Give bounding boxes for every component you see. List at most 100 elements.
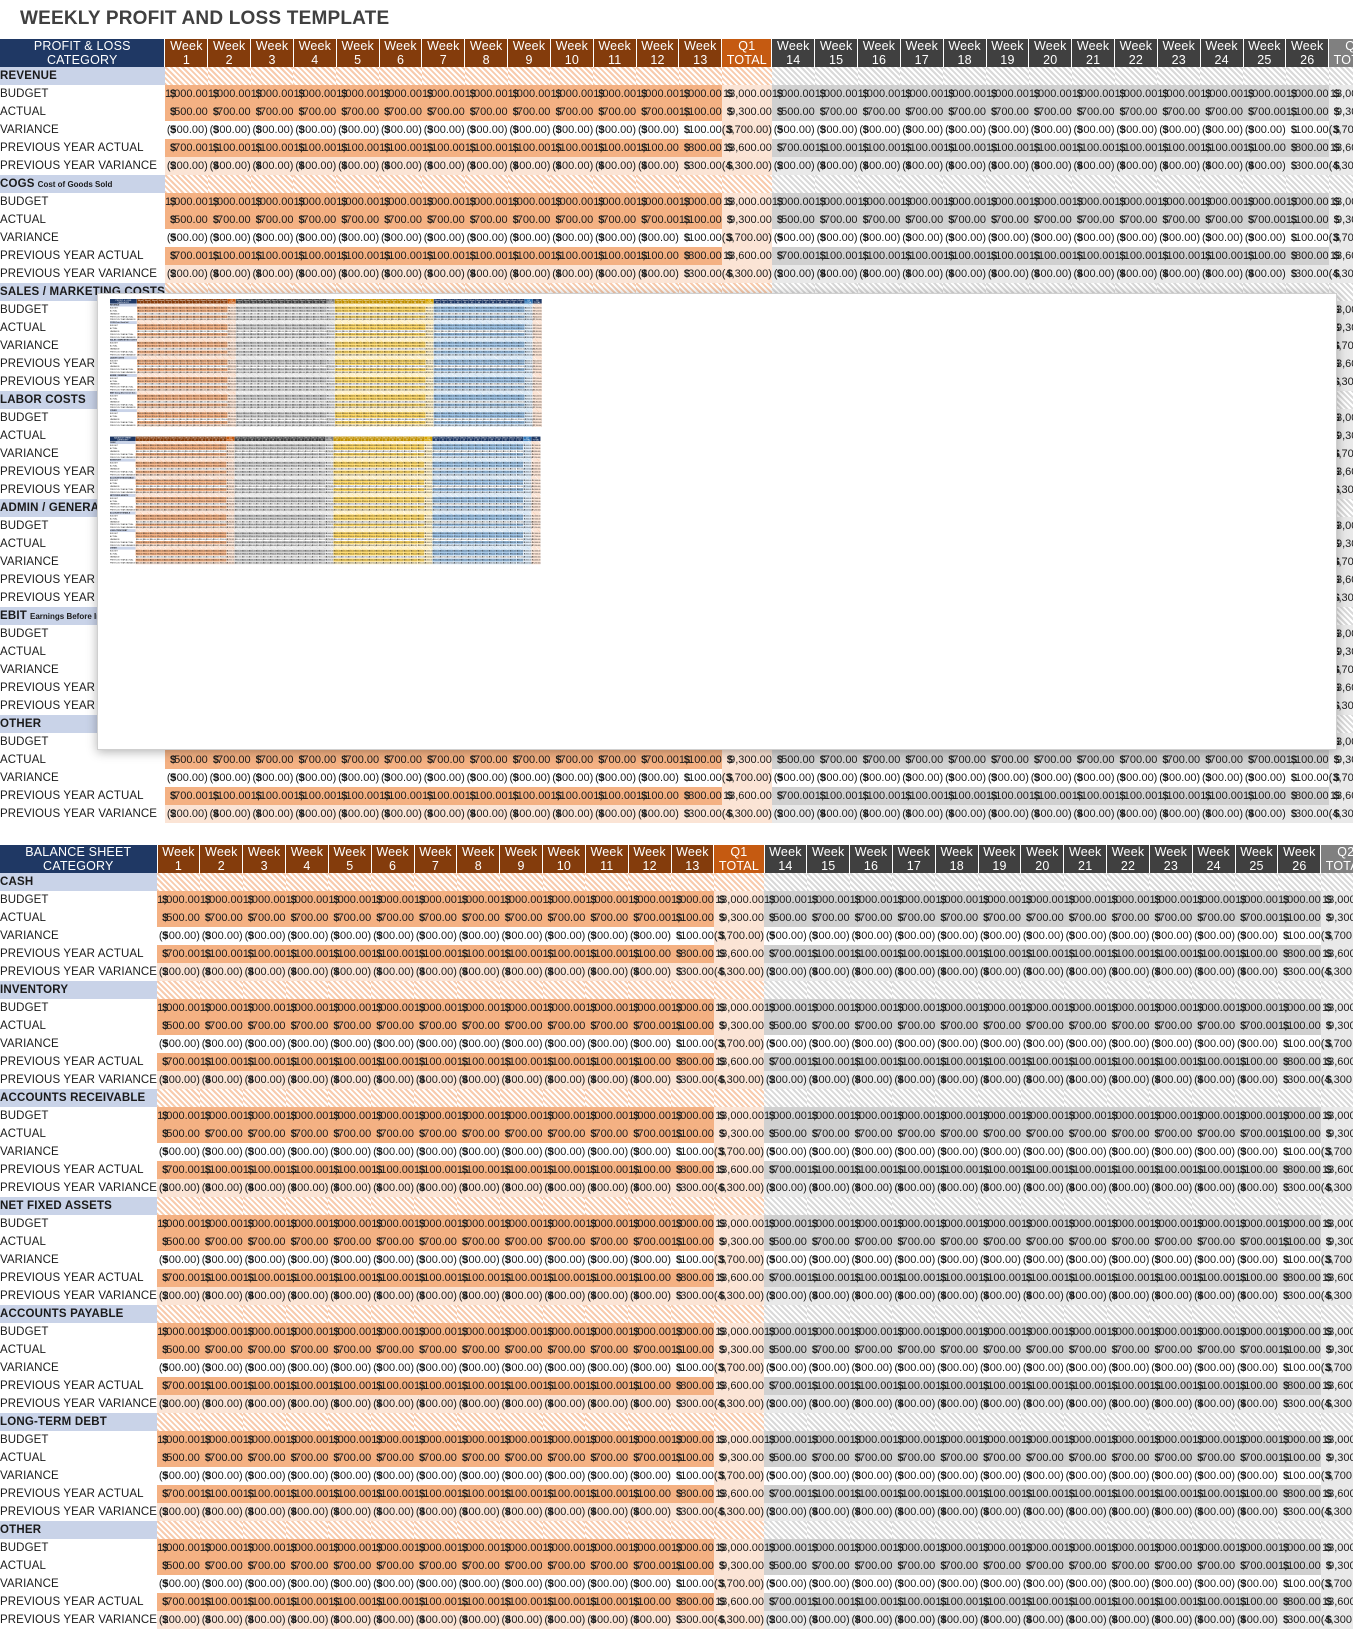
cell-q1-week-4[interactable]: $(400.00) — [286, 1287, 329, 1305]
table-row[interactable]: PREVIOUS YEAR ACTUAL$700.00$1,100.00$1,1… — [0, 1485, 1353, 1503]
cell-q1-total[interactable]: $(4,300.00) — [714, 1611, 764, 1629]
cell-q1-week-2[interactable]: $(300.00) — [208, 769, 251, 787]
cell-q1-week-12[interactable]: $1,100.00 — [628, 1593, 671, 1611]
table-row[interactable]: PREVIOUS YEAR VARIANCE$(200.00)$(400.00)… — [0, 1287, 1353, 1305]
cell-q2-week-11[interactable]: $700.00 — [1192, 1557, 1235, 1575]
cell-q1-week-11[interactable]: $(300.00) — [593, 229, 636, 247]
cell-q2-week-7[interactable]: $700.00 — [1021, 1233, 1064, 1251]
cell-q1-week-3[interactable]: $1,100.00 — [243, 1377, 286, 1395]
cell-q1-week-13[interactable]: $100.00 — [671, 1251, 714, 1269]
cell-q1-total[interactable]: $(4,300.00) — [722, 157, 772, 175]
cell-q2-week-5[interactable]: $1,000.00 — [935, 1215, 978, 1233]
cell-q1-week-4[interactable]: $(300.00) — [293, 121, 336, 139]
cell-q2-week-7[interactable]: $(300.00) — [1021, 1359, 1064, 1377]
cell-q2-week-5[interactable]: $700.00 — [935, 909, 978, 927]
cell-q2-week-8[interactable]: $1,000.00 — [1064, 1323, 1107, 1341]
cell-q2-week-8[interactable]: $(400.00) — [1064, 1071, 1107, 1089]
cell-q1-week-2[interactable]: $(300.00) — [200, 1359, 243, 1377]
cell-q1-week-6[interactable]: $(300.00) — [371, 1467, 414, 1485]
cell-q2-week-12[interactable]: $700.00 — [1235, 1125, 1278, 1143]
cell-q1-week-8[interactable]: $(300.00) — [457, 927, 500, 945]
cell-q1-week-12[interactable]: $1,100.00 — [628, 945, 671, 963]
cell-q1-week-9[interactable]: $1,100.00 — [500, 1593, 543, 1611]
cell-q1-week-6[interactable]: $(400.00) — [371, 1503, 414, 1521]
cell-q2-total[interactable]: $13,600.00 — [1329, 139, 1353, 157]
cell-q1-week-10[interactable]: $(300.00) — [543, 1467, 586, 1485]
cell-q1-week-3[interactable]: $700.00 — [243, 1017, 286, 1035]
cell-q1-week-11[interactable]: $(400.00) — [585, 1179, 628, 1197]
cell-q1-week-9[interactable]: $1,000.00 — [500, 1539, 543, 1557]
cell-q2-week-11[interactable]: $1,100.00 — [1192, 1053, 1235, 1071]
cell-q2-week-1[interactable]: $1,000.00 — [764, 999, 807, 1017]
cell-q1-week-10[interactable]: $1,000.00 — [543, 1323, 586, 1341]
cell-q2-week-10[interactable]: $1,100.00 — [1157, 139, 1200, 157]
cell-q1-week-1[interactable]: $500.00 — [165, 751, 208, 769]
cell-q1-week-12[interactable]: $700.00 — [628, 1125, 671, 1143]
cell-q2-week-11[interactable]: $1,100.00 — [1192, 1593, 1235, 1611]
cell-q2-week-2[interactable]: $700.00 — [815, 751, 858, 769]
cell-q1-week-5[interactable]: $1,100.00 — [328, 1161, 371, 1179]
cell-q2-week-11[interactable]: $1,100.00 — [1192, 1161, 1235, 1179]
cell-q1-week-12[interactable]: $1,100.00 — [628, 1053, 671, 1071]
cell-q1-week-2[interactable]: $700.00 — [200, 1017, 243, 1035]
cell-q2-week-10[interactable]: $(400.00) — [1149, 963, 1192, 981]
cell-q1-week-8[interactable]: $700.00 — [457, 1017, 500, 1035]
cell-q2-week-2[interactable]: $(400.00) — [807, 1395, 850, 1413]
cell-q1-week-1[interactable]: $(500.00) — [157, 1035, 200, 1053]
cell-q2-week-6[interactable]: $(300.00) — [978, 1575, 1021, 1593]
table-row[interactable]: ACTUAL$500.00$700.00$700.00$700.00$700.0… — [0, 103, 1353, 121]
cell-q1-week-9[interactable]: $(300.00) — [500, 1467, 543, 1485]
cell-q2-week-8[interactable]: $(400.00) — [1072, 157, 1115, 175]
cell-q1-week-2[interactable]: $(400.00) — [200, 963, 243, 981]
cell-q1-week-4[interactable]: $(400.00) — [286, 963, 329, 981]
cell-q2-total[interactable]: $(4,300.00) — [1321, 1179, 1353, 1197]
cell-q2-week-12[interactable]: $700.00 — [1243, 211, 1286, 229]
cell-q1-week-1[interactable]: $(200.00) — [157, 1395, 200, 1413]
cell-q2-week-6[interactable]: $700.00 — [978, 1017, 1021, 1035]
cell-q1-week-3[interactable]: $(300.00) — [243, 1251, 286, 1269]
cell-q2-total[interactable]: $13,000.00 — [1329, 193, 1353, 211]
cell-q2-total[interactable]: $(3,700.00) — [1321, 1467, 1353, 1485]
cell-q1-week-9[interactable]: $700.00 — [500, 1017, 543, 1035]
cell-q1-week-4[interactable]: $(400.00) — [286, 1503, 329, 1521]
cell-q1-week-6[interactable]: $1,000.00 — [371, 1215, 414, 1233]
cell-q2-week-4[interactable]: $(300.00) — [892, 1575, 935, 1593]
cell-q2-week-12[interactable]: $700.00 — [1235, 1233, 1278, 1251]
cell-q1-week-7[interactable]: $700.00 — [414, 1125, 457, 1143]
cell-q1-week-6[interactable]: $700.00 — [371, 1557, 414, 1575]
cell-q1-week-4[interactable]: $700.00 — [286, 1557, 329, 1575]
cell-q2-week-1[interactable]: $700.00 — [764, 1593, 807, 1611]
cell-q2-week-9[interactable]: $1,100.00 — [1107, 1593, 1150, 1611]
cell-q2-week-10[interactable]: $1,000.00 — [1149, 891, 1192, 909]
cell-q1-week-11[interactable]: $700.00 — [585, 1125, 628, 1143]
cell-q2-week-2[interactable]: $1,000.00 — [807, 1539, 850, 1557]
balance-sheet-table[interactable]: BALANCE SHEET CATEGORYWeek 1Week 2Week 3… — [0, 845, 1353, 1629]
cell-q2-week-9[interactable]: $700.00 — [1107, 909, 1150, 927]
cell-q1-week-6[interactable]: $(300.00) — [379, 229, 422, 247]
cell-q2-week-13[interactable]: $1,000.00 — [1278, 1323, 1321, 1341]
cell-q1-week-4[interactable]: $1,000.00 — [286, 1107, 329, 1125]
cell-q1-week-5[interactable]: $700.00 — [336, 211, 379, 229]
cell-q1-week-1[interactable]: $1,000.00 — [157, 891, 200, 909]
cell-q2-total[interactable]: $9,300.00 — [1329, 103, 1353, 121]
cell-q2-week-6[interactable]: $700.00 — [986, 103, 1029, 121]
cell-q2-week-11[interactable]: $(300.00) — [1192, 1575, 1235, 1593]
cell-q2-week-2[interactable]: $1,100.00 — [807, 1485, 850, 1503]
cell-q2-week-8[interactable]: $700.00 — [1064, 1233, 1107, 1251]
cell-q1-week-11[interactable]: $1,000.00 — [593, 193, 636, 211]
cell-q2-week-1[interactable]: $700.00 — [772, 139, 815, 157]
cell-q2-week-11[interactable]: $(400.00) — [1200, 265, 1243, 283]
cell-q1-week-5[interactable]: $(400.00) — [328, 1071, 371, 1089]
cell-q1-week-7[interactable]: $(400.00) — [414, 1503, 457, 1521]
cell-q2-week-11[interactable]: $700.00 — [1200, 103, 1243, 121]
cell-q2-week-9[interactable]: $(400.00) — [1107, 1611, 1150, 1629]
cell-q1-week-13[interactable]: $800.00 — [671, 1161, 714, 1179]
cell-q1-week-10[interactable]: $(300.00) — [543, 927, 586, 945]
cell-q1-week-6[interactable]: $(400.00) — [379, 157, 422, 175]
cell-q2-week-3[interactable]: $(300.00) — [850, 1035, 893, 1053]
cell-q1-week-7[interactable]: $(400.00) — [414, 1287, 457, 1305]
cell-q2-week-10[interactable]: $700.00 — [1149, 1017, 1192, 1035]
cell-q2-week-1[interactable]: $700.00 — [764, 1377, 807, 1395]
cell-q2-week-11[interactable]: $1,000.00 — [1192, 1323, 1235, 1341]
cell-q1-week-7[interactable]: $(300.00) — [414, 1467, 457, 1485]
